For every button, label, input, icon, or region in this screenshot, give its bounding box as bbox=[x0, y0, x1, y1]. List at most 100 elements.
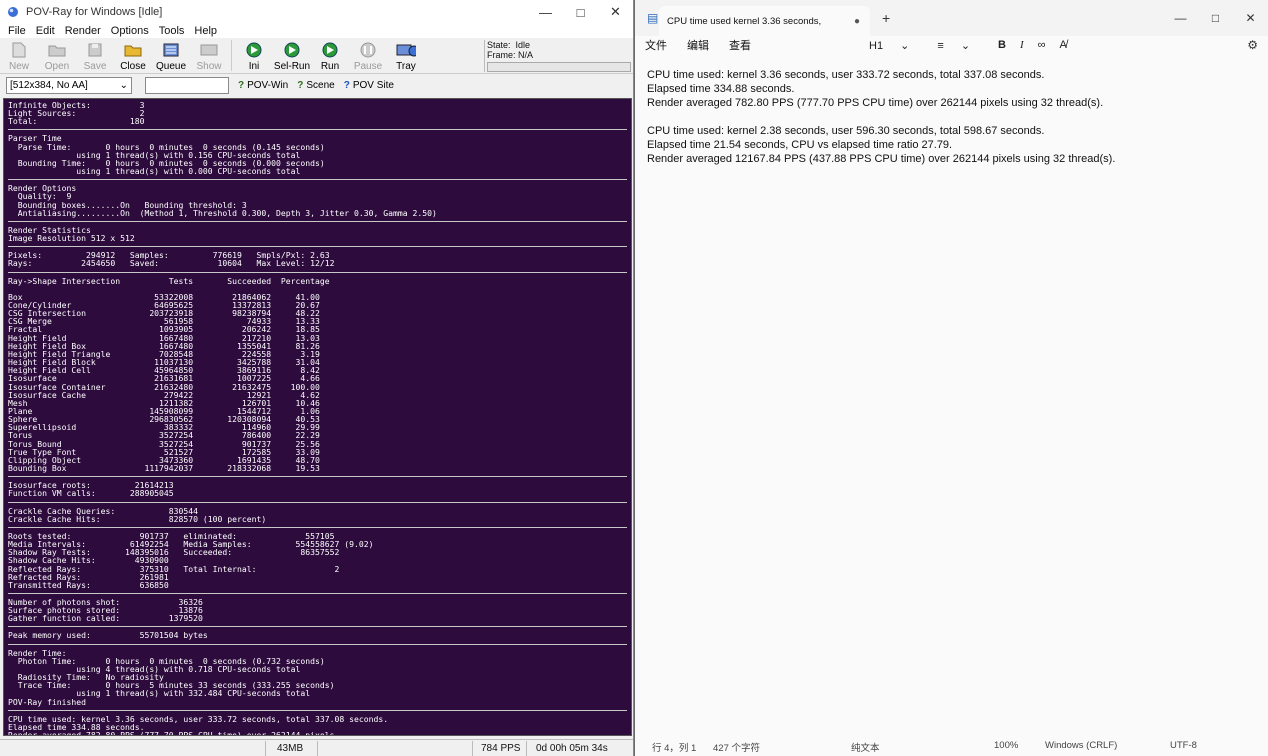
minimize-button[interactable]: — bbox=[1163, 11, 1198, 25]
console-divider bbox=[8, 501, 627, 503]
clear-format-icon[interactable]: A̸ bbox=[1060, 39, 1067, 51]
console-pixels-rays: Pixels: 294912 Samples: 776619 Smpls/Pxl… bbox=[8, 250, 335, 269]
console-render-options: Render Options Quality: 9 Bounding boxes… bbox=[8, 183, 437, 218]
close-window-button[interactable]: ✕ bbox=[598, 0, 633, 24]
ini-icon bbox=[244, 40, 264, 59]
sel-run-button[interactable]: Sel-Run bbox=[273, 38, 311, 73]
frame-value: N/A bbox=[518, 50, 534, 60]
statusbar-divider bbox=[265, 741, 266, 756]
queue-icon bbox=[161, 40, 181, 59]
menu-file[interactable]: File bbox=[3, 25, 31, 37]
menu-file[interactable]: 文件 bbox=[645, 37, 667, 53]
run-button[interactable]: Run bbox=[311, 38, 349, 73]
console-cpu-summary: CPU time used: kernel 3.36 seconds, user… bbox=[8, 713, 389, 736]
new-doc-icon bbox=[9, 40, 29, 59]
state-value: Idle bbox=[515, 40, 531, 50]
status-pps: 784 PPS bbox=[481, 743, 521, 754]
pause-button[interactable]: Pause bbox=[349, 38, 387, 73]
notepad-statusbar: 行 4，列 1 427 个字符 纯文本 100% Windows (CRLF) … bbox=[635, 737, 1268, 756]
menu-help[interactable]: Help bbox=[189, 25, 222, 37]
status-cursor-position: 行 4，列 1 bbox=[652, 743, 697, 754]
format-toolbar: H1 ⌄ ≡ ⌄ B I ∞ A̸ bbox=[869, 39, 1081, 52]
tray-button[interactable]: Tray bbox=[387, 38, 425, 73]
menu-tools[interactable]: Tools bbox=[154, 25, 190, 37]
maximize-button[interactable]: □ bbox=[563, 0, 598, 24]
console-divider bbox=[8, 592, 627, 594]
notepad-app-icon: ▤ bbox=[647, 11, 659, 25]
status-encoding[interactable]: UTF-8 bbox=[1170, 740, 1197, 751]
console-divider bbox=[8, 626, 627, 628]
povwin-link-label: POV-Win bbox=[247, 79, 289, 91]
save-disk-icon bbox=[85, 40, 105, 59]
show-button[interactable]: Show bbox=[190, 38, 228, 73]
show-button-label: Show bbox=[196, 61, 222, 72]
italic-icon[interactable]: I bbox=[1020, 39, 1024, 51]
render-progress-bar bbox=[487, 62, 631, 72]
link-icon[interactable]: ∞ bbox=[1038, 39, 1046, 51]
message-console[interactable]: Infinite Objects: 3 Light Sources: 2 Tot… bbox=[3, 98, 632, 736]
status-elapsed-time: 0d 00h 05m 34s bbox=[536, 743, 608, 754]
povray-titlebar: POV-Ray for Windows [Idle] — □ ✕ bbox=[0, 0, 633, 24]
sel-run-button-label: Sel-Run bbox=[273, 61, 311, 72]
menu-view[interactable]: 查看 bbox=[729, 37, 751, 53]
save-button[interactable]: Save bbox=[76, 38, 114, 73]
menu-edit[interactable]: 编辑 bbox=[687, 37, 709, 53]
scene-link[interactable]: ? Scene bbox=[297, 80, 334, 91]
notepad-window-controls: — □ ✕ bbox=[1163, 11, 1268, 25]
resolution-select[interactable]: [512x384, No AA] ⌄ bbox=[6, 76, 132, 94]
povray-window-title: POV-Ray for Windows [Idle] bbox=[26, 6, 163, 18]
resolution-select-value: [512x384, No AA] bbox=[10, 79, 88, 91]
new-button-label: New bbox=[8, 61, 29, 72]
document-tab[interactable]: CPU time used kernel 3.36 seconds, ● bbox=[659, 6, 870, 36]
list-dropdown[interactable]: ≡ ⌄ bbox=[937, 39, 984, 52]
render-state-panel: State: Idle Frame: N/A bbox=[484, 40, 633, 72]
open-button-label: Open bbox=[44, 61, 70, 72]
pov-site-link[interactable]: ? POV Site bbox=[344, 80, 394, 91]
gear-icon[interactable]: ⚙ bbox=[1247, 38, 1258, 52]
console-photons: Number of photons shot: 36326 Surface ph… bbox=[8, 596, 203, 624]
console-isosurface: Isosurface roots: 21614213 Function VM c… bbox=[8, 480, 174, 499]
notepad-tabbar: ▤ CPU time used kernel 3.36 seconds, ● +… bbox=[635, 0, 1268, 36]
new-tab-plus-icon[interactable]: + bbox=[882, 10, 890, 26]
status-line-ending[interactable]: Windows (CRLF) bbox=[1045, 740, 1117, 751]
ini-button[interactable]: Ini bbox=[235, 38, 273, 73]
console-render-statistics: Render Statistics Image Resolution 512 x… bbox=[8, 224, 135, 244]
tray-button-label: Tray bbox=[396, 61, 416, 72]
run-button-label: Run bbox=[320, 61, 340, 72]
unsaved-dot-icon[interactable]: ● bbox=[854, 16, 860, 27]
console-divider bbox=[8, 179, 627, 181]
open-button[interactable]: Open bbox=[38, 38, 76, 73]
command-line-input[interactable] bbox=[145, 76, 229, 94]
chevron-down-icon: ⌄ bbox=[900, 39, 910, 52]
console-divider bbox=[8, 526, 627, 528]
state-row: State: Idle bbox=[487, 40, 633, 50]
maximize-button[interactable]: □ bbox=[1198, 11, 1233, 25]
povwin-link[interactable]: ? POV-Win bbox=[238, 80, 288, 91]
toolbar-separator bbox=[231, 40, 232, 71]
notepad-window: ▤ CPU time used kernel 3.36 seconds, ● +… bbox=[635, 0, 1268, 756]
menu-options[interactable]: Options bbox=[106, 25, 154, 37]
minimize-button[interactable]: — bbox=[528, 0, 563, 24]
notepad-text-area[interactable]: CPU time used: kernel 3.36 seconds, user… bbox=[647, 68, 1115, 166]
close-window-button[interactable]: ✕ bbox=[1233, 11, 1268, 25]
run-icon bbox=[320, 40, 340, 59]
queue-button[interactable]: Queue bbox=[152, 38, 190, 73]
frame-row: Frame: N/A bbox=[487, 50, 633, 60]
statusbar-divider bbox=[317, 741, 318, 756]
statusbar-divider bbox=[526, 741, 527, 756]
close-button[interactable]: Close bbox=[114, 38, 152, 73]
chevron-down-icon: ⌄ bbox=[960, 39, 971, 52]
save-button-label: Save bbox=[83, 61, 107, 72]
close-button-label: Close bbox=[120, 61, 146, 72]
console-divider bbox=[8, 220, 627, 222]
status-char-count: 427 个字符 bbox=[713, 743, 760, 754]
bold-icon[interactable]: B bbox=[998, 39, 1006, 51]
menu-render[interactable]: Render bbox=[60, 25, 106, 37]
status-memory: 43MB bbox=[277, 743, 304, 754]
povray-secondary-toolbar: [512x384, No AA] ⌄ ? POV-Win ? Scene ? POV … bbox=[0, 74, 633, 96]
menu-edit[interactable]: Edit bbox=[31, 25, 60, 37]
heading-dropdown[interactable]: H1 ⌄ bbox=[869, 39, 923, 52]
status-format[interactable]: 纯文本 bbox=[851, 740, 880, 754]
new-button[interactable]: New bbox=[0, 38, 38, 73]
status-zoom[interactable]: 100% bbox=[994, 740, 1018, 751]
